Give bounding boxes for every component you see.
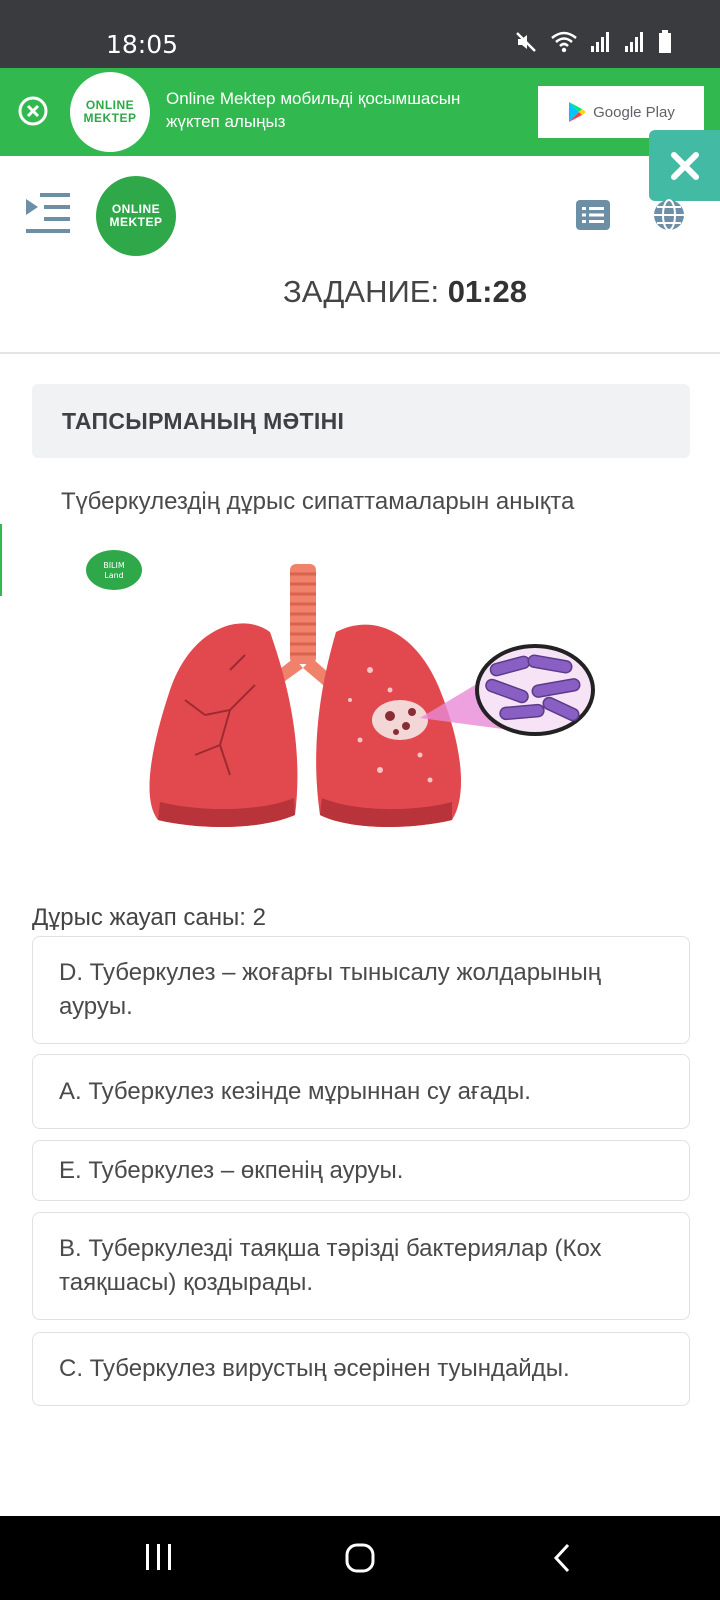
badge-line1: BILIM xyxy=(103,561,125,570)
left-lung xyxy=(149,623,298,827)
status-bar: 18:05 xyxy=(0,0,720,68)
answer-option-c[interactable]: C. Туберкулез вирустың әсерінен туындайд… xyxy=(32,1332,690,1406)
signal-icon-2 xyxy=(625,32,643,52)
menu-indent-icon[interactable] xyxy=(26,193,70,233)
banner-close-icon[interactable] xyxy=(17,95,49,127)
system-navigation-bar xyxy=(0,1516,720,1600)
header-divider xyxy=(0,352,720,354)
answer-option-b[interactable]: B. Туберкулезді таяқша тәрізді бактериял… xyxy=(32,1212,690,1320)
signal-icon xyxy=(591,32,609,52)
back-icon[interactable] xyxy=(552,1542,572,1574)
correct-answers-count: Дұрыс жауап саны: 2 xyxy=(32,904,266,931)
answer-option-text: E. Туберкулез – өкпенің ауруы. xyxy=(59,1156,404,1184)
recent-apps-icon[interactable] xyxy=(144,1542,174,1572)
app-download-banner: ONLINE MEKTEP Online Mektep мобильді қос… xyxy=(0,68,720,156)
status-icons xyxy=(514,30,672,54)
home-icon[interactable] xyxy=(344,1542,376,1574)
close-icon xyxy=(670,151,699,180)
answer-option-text: B. Туберкулезді таяқша тәрізді бактериял… xyxy=(59,1235,602,1296)
battery-icon xyxy=(659,30,671,53)
google-play-label: Google Play xyxy=(593,103,675,121)
task-heading-box: ТАПСЫРМАНЫҢ МӘТІНІ xyxy=(32,384,690,458)
site-logo[interactable]: ONLINE MEKTEP xyxy=(96,176,176,256)
left-edge-marker xyxy=(0,524,2,596)
task-heading: ТАПСЫРМАНЫҢ МӘТІНІ xyxy=(62,408,345,434)
answer-option-text: C. Туберкулез вирустың әсерінен туындайд… xyxy=(59,1355,570,1382)
mute-icon xyxy=(516,32,536,52)
globe-icon[interactable] xyxy=(652,198,686,232)
timer-label: ЗАДАНИЕ: xyxy=(283,274,440,309)
status-time: 18:05 xyxy=(106,30,179,59)
answer-option-e[interactable]: E. Туберкулез – өкпенің ауруы. xyxy=(32,1140,690,1201)
timer-value: 01:28 xyxy=(447,274,527,309)
banner-logo-line2: MEKTEP xyxy=(83,111,137,125)
banner-text: Online Mektep мобильді қосымшасын жүктеп… xyxy=(166,89,461,131)
answer-option-text: D. Туберкулез – жоғарғы тынысалу жолдары… xyxy=(59,959,602,1020)
bilim-land-badge: BILIM Land xyxy=(86,550,142,590)
header-logo-line2: MEKTEP xyxy=(109,215,163,229)
answer-option-a[interactable]: А. Туберкулез кезінде мұрыннан су ағады. xyxy=(32,1054,690,1129)
banner-logo: ONLINE MEKTEP xyxy=(70,72,150,152)
answer-option-text: А. Туберкулез кезінде мұрыннан су ағады. xyxy=(59,1077,531,1105)
lungs-tuberculosis-illustration: BILIM Land xyxy=(86,550,595,827)
close-button[interactable] xyxy=(649,130,720,201)
task-timer: ЗАДАНИЕ: 01:28 xyxy=(0,274,720,310)
badge-line2: Land xyxy=(104,571,124,580)
task-list-icon[interactable] xyxy=(576,200,610,230)
google-play-icon xyxy=(569,102,587,122)
wifi-icon xyxy=(551,31,577,53)
bacteria-magnified-view xyxy=(420,644,595,736)
right-lung xyxy=(316,624,462,827)
answer-option-d[interactable]: D. Туберкулез – жоғарғы тынысалу жолдары… xyxy=(32,936,690,1044)
task-question-text: Түберкулездің дұрыс сипаттамаларын анықт… xyxy=(61,488,575,515)
